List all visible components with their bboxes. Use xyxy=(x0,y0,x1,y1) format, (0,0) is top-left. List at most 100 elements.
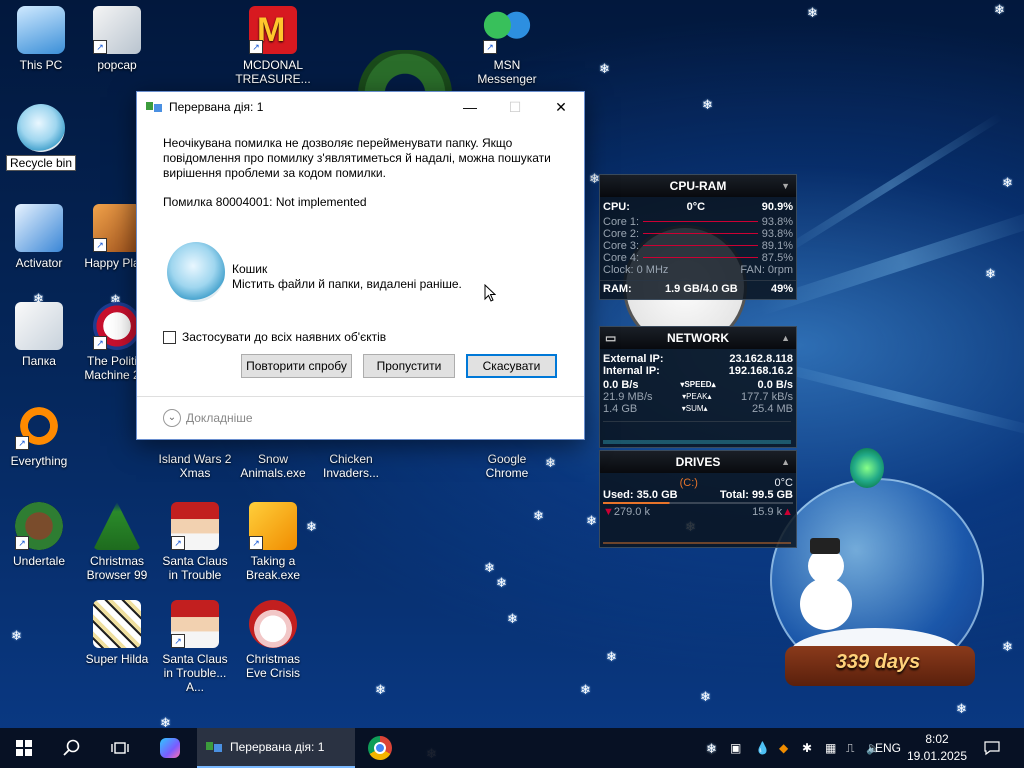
chevron-down-icon[interactable]: ▼ xyxy=(781,175,790,197)
santa-icon xyxy=(249,600,297,648)
cpu-ram-gadget: CPU-RAM ▼ CPU: 0°C 90.9% Core 1: 93.8% Cor… xyxy=(599,174,797,300)
desktop-icon-activator[interactable]: Activator xyxy=(0,204,78,270)
read-icon: ▼ xyxy=(603,506,614,518)
desktop-icon-popcap[interactable]: ↗ popcap xyxy=(78,6,156,72)
santa-icon: ↗ xyxy=(171,600,219,648)
skip-button[interactable]: Пропустити xyxy=(363,354,455,378)
clock[interactable]: 8:02 19.01.2025 xyxy=(905,731,969,765)
search-icon xyxy=(63,739,80,756)
internal-ip: 192.168.16.2 xyxy=(728,365,793,377)
taskbar-item-dialog[interactable]: Перервана дія: 1 xyxy=(197,728,355,768)
desktop-icon-mcdonald[interactable]: M ↗ MCDONAL TREASURE... xyxy=(234,6,312,86)
expand-icon[interactable]: ⌄ xyxy=(163,409,181,427)
drive-write: 15.9 k xyxy=(752,506,783,518)
gadget-title: NETWORK xyxy=(667,331,729,345)
desktop-icon-folder[interactable]: Папка xyxy=(0,302,78,368)
core-label: Core 3: xyxy=(603,240,640,252)
close-button[interactable]: ✕ xyxy=(538,92,584,122)
ram-used: 1.9 GB/4.0 GB xyxy=(664,283,738,295)
more-details-link[interactable]: Докладніше xyxy=(186,411,253,425)
start-button[interactable] xyxy=(0,728,48,768)
wallpaper-beam xyxy=(768,360,1024,438)
core-label: Core 4: xyxy=(603,252,640,264)
core-value: 93.8% xyxy=(761,228,793,240)
snow-globe: 339 days xyxy=(770,448,990,698)
dialog-footer: ⌄ Докладніше xyxy=(137,396,584,439)
tray-icon-app2[interactable]: ▦ xyxy=(825,728,836,768)
copilot-button[interactable] xyxy=(148,728,192,768)
folder-icon xyxy=(15,302,63,350)
folder-icon: ↗ xyxy=(93,6,141,54)
task-view-button[interactable] xyxy=(96,728,144,768)
peak-upload: 177.7 kB/s xyxy=(741,391,793,403)
desktop-icon-taking-a-break[interactable]: ↗ Taking a Break.exe xyxy=(234,502,312,582)
language-indicator[interactable]: ENG xyxy=(875,728,901,768)
desktop-icon-christmas-browser[interactable]: Christmas Browser 99 xyxy=(78,502,156,582)
gadget-title: CPU-RAM xyxy=(669,179,727,193)
notifications-button[interactable] xyxy=(980,728,1004,768)
minimize-button[interactable]: — xyxy=(447,92,493,122)
desktop-icon-undertale[interactable]: ↗ Undertale xyxy=(0,502,78,568)
drive-graph xyxy=(603,520,791,544)
desktop-icon-recycle-bin[interactable]: Recycle bin xyxy=(2,104,80,171)
desktop-icon-super-hilda[interactable]: Super Hilda xyxy=(78,600,156,666)
dialog-titlebar[interactable]: Перервана дія: 1 — ☐ ✕ xyxy=(137,92,584,122)
internal-ip-label: Internal IP: xyxy=(603,365,660,377)
game-icon xyxy=(93,600,141,648)
peak-label: PEAK xyxy=(686,392,708,401)
desktop-icon-christmas-eve-crisis[interactable]: Christmas Eve Crisis xyxy=(234,600,312,680)
desktop-icon-everything[interactable]: ↗ Everything xyxy=(0,402,78,468)
clock-date: 19.01.2025 xyxy=(906,749,968,763)
tray-icon-snowflake[interactable]: ✱ xyxy=(802,728,812,768)
apply-to-all-checkbox[interactable]: Застосувати до всіх наявних об'єктів xyxy=(163,330,386,344)
gadget-title: DRIVES xyxy=(675,455,721,469)
santa-icon: ↗ xyxy=(171,502,219,550)
core-value: 93.8% xyxy=(761,216,793,228)
retry-button[interactable]: Повторити спробу xyxy=(241,354,352,378)
cpu-percent: 90.9% xyxy=(761,201,793,213)
msn-messenger-icon: ↗ xyxy=(483,6,531,54)
item-name: Кошик xyxy=(232,262,268,276)
taskbar-chrome[interactable] xyxy=(358,728,402,768)
dialog-title: Перервана дія: 1 xyxy=(169,100,264,114)
checkbox-box[interactable] xyxy=(163,330,176,344)
countdown-label: 339 days xyxy=(835,651,921,673)
maximize-button: ☐ xyxy=(508,99,522,115)
tray-icon-network-tool[interactable]: ▣ xyxy=(730,728,741,768)
chevron-up-icon[interactable]: ▲ xyxy=(781,327,790,349)
cpu-label: CPU: xyxy=(603,201,630,213)
task-view-icon xyxy=(111,742,129,754)
network-icon[interactable]: ⎍ xyxy=(846,728,854,768)
mcdonalds-icon: M ↗ xyxy=(249,6,297,54)
cpu-clock: Clock: 0 MHz xyxy=(603,264,669,276)
recycle-bin-icon xyxy=(17,104,65,152)
computer-icon xyxy=(17,6,65,54)
search-icon: ↗ xyxy=(15,402,63,450)
core-value: 87.5% xyxy=(761,252,793,264)
ram-percent: 49% xyxy=(770,283,793,295)
cpu-temp: 0°C xyxy=(686,201,706,213)
desktop-icon-santa-claus-trouble[interactable]: ↗ Santa Claus in Trouble xyxy=(156,502,234,582)
search-button[interactable] xyxy=(48,728,96,768)
error-code: Помилка 80004001: Not implemented xyxy=(163,195,367,209)
drive-read: 279.0 k xyxy=(613,506,650,518)
cancel-button[interactable]: Скасувати xyxy=(466,354,557,378)
apply-to-all-label: Застосувати до всіх наявних об'єктів xyxy=(182,330,387,344)
network-gadget: ▭ NETWORK ▲ External IP: 23.162.8.118 Inter… xyxy=(599,326,797,448)
drive-temp: 0°C xyxy=(774,477,793,489)
desktop-icon-santa-claus-trouble-again[interactable]: ↗ Santa Claus in Trouble... A... xyxy=(156,600,234,694)
taskbar: Перервана дія: 1 ❄ ▣ 💧 ◆ ✱ ▦ ⎍ 🔈 ENG 8:0… xyxy=(0,728,1024,768)
clock-time: 8:02 xyxy=(925,732,949,746)
chrome-icon xyxy=(368,736,392,760)
desktop-icon-msn[interactable]: ↗ MSN Messenger xyxy=(468,6,546,86)
tray-icon-droplet[interactable]: 💧 xyxy=(755,728,770,768)
desktop-icon-this-pc[interactable]: This PC xyxy=(2,6,80,72)
speed-label: SPEED xyxy=(684,380,712,389)
core-label: Core 1: xyxy=(603,216,640,228)
total-download: 1.4 GB xyxy=(603,403,638,415)
game-icon: ↗ xyxy=(93,302,141,350)
chevron-up-icon[interactable]: ▲ xyxy=(781,451,790,473)
tray-icon-app[interactable]: ◆ xyxy=(779,728,788,768)
download-speed: 0.0 B/s xyxy=(603,379,639,391)
ram-label: RAM: xyxy=(603,283,632,295)
